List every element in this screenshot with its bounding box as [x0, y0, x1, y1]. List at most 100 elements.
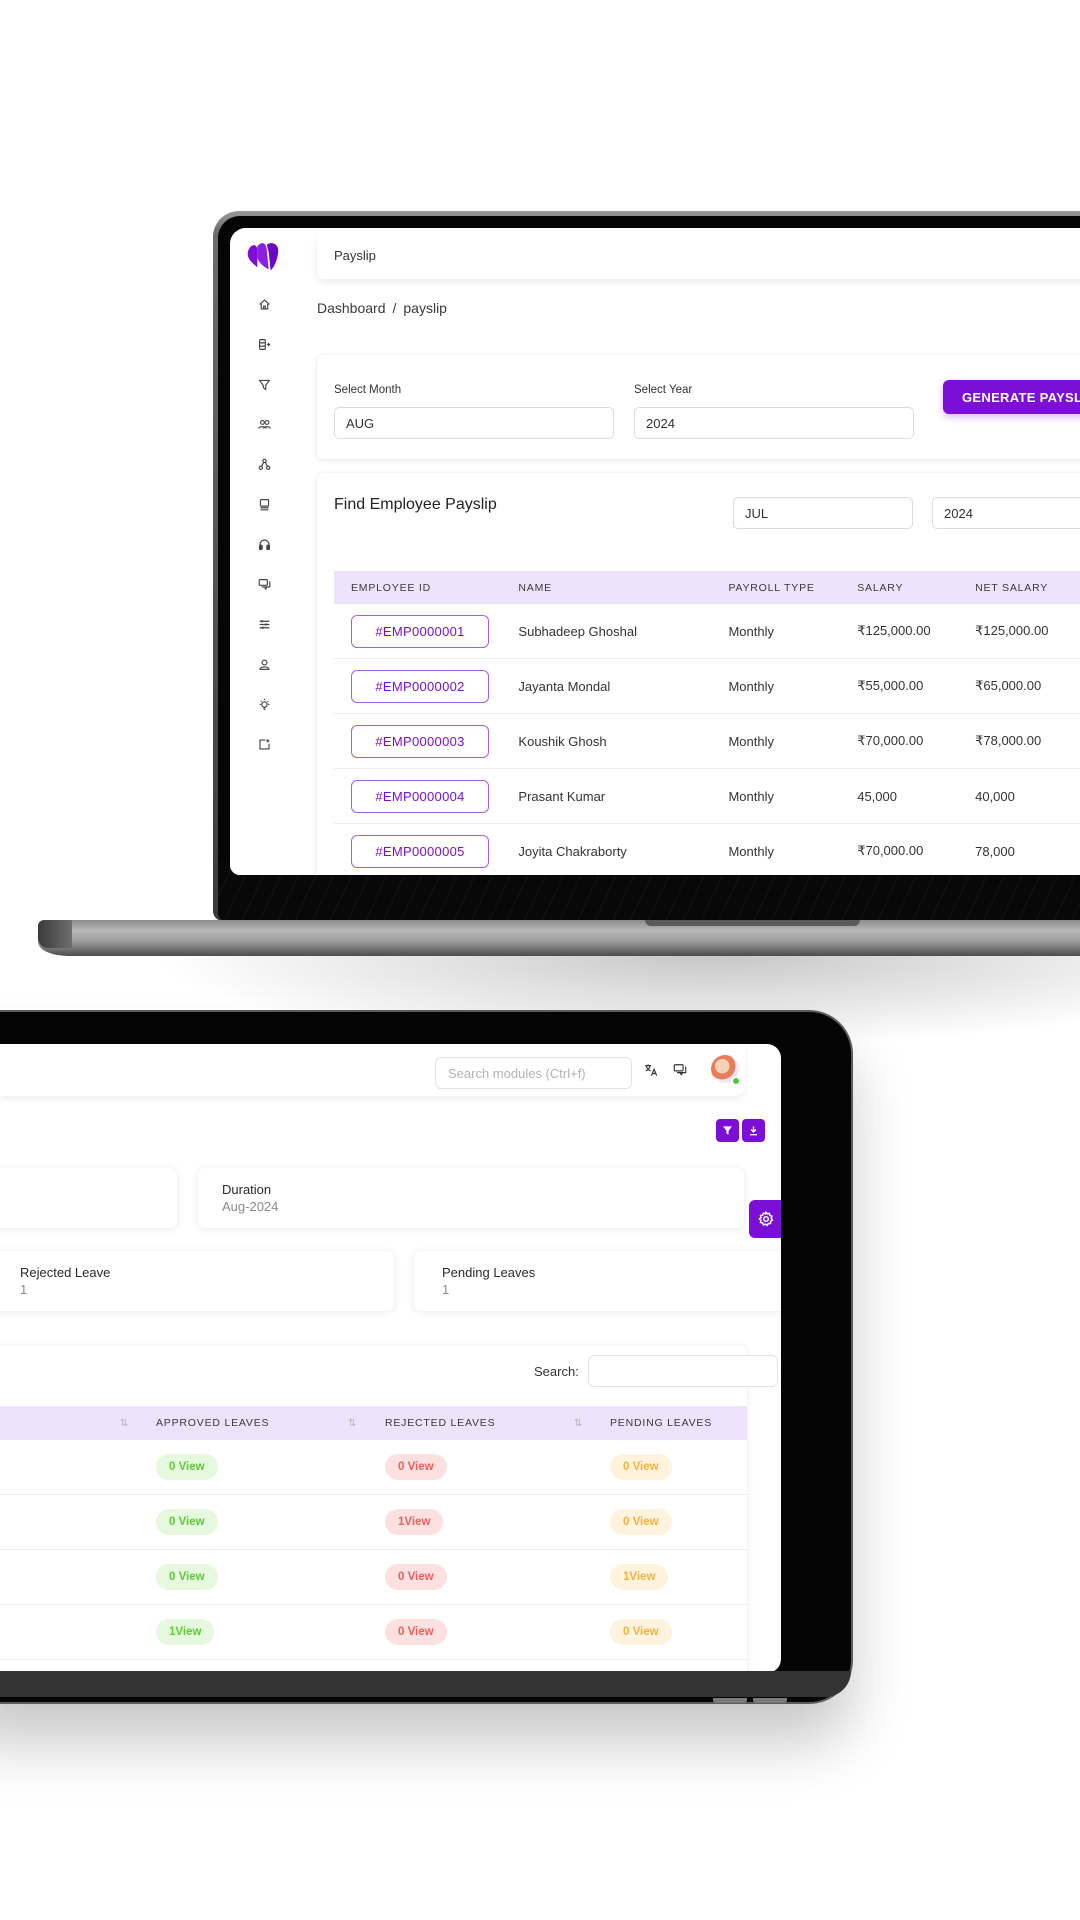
sort-icon[interactable]: ⇅ — [120, 1406, 129, 1440]
approved-leaves-pill[interactable]: 0 View — [156, 1509, 218, 1535]
breadcrumb-current: payslip — [403, 300, 447, 316]
rejected-leaves-pill[interactable]: 0 View — [385, 1454, 447, 1480]
table-row: #EMP0000004 Prasant Kumar Monthly 45,000 40,… — [334, 769, 1080, 824]
external-box-icon — [258, 738, 270, 750]
download-icon — [750, 1126, 757, 1136]
pending-leaves-pill[interactable]: 0 View — [610, 1509, 672, 1535]
generate-payslip-button[interactable]: GENERATE PAYSLIP — [943, 380, 1080, 414]
pending-leaves-pill[interactable]: 0 View — [610, 1619, 672, 1645]
col-rejected-leaves[interactable]: REJECTED LEAVES — [385, 1406, 495, 1440]
table-body: #EMP0000001 Subhadeep Ghoshal Monthly ₹125,… — [334, 604, 1080, 875]
col-pending-leaves[interactable]: PENDING LEAVES — [610, 1406, 712, 1440]
col-employee-id[interactable]: EMPLOYEE ID — [334, 582, 518, 594]
select-month-dropdown[interactable]: AUG — [334, 407, 614, 439]
module-search-input[interactable]: Search modules (Ctrl+f) — [435, 1057, 632, 1089]
sidebar-item-database[interactable] — [230, 324, 298, 364]
pending-leaves-pill[interactable]: 0 View — [610, 1454, 672, 1480]
employee-id-badge[interactable]: #EMP0000001 — [351, 614, 489, 648]
net-salary: ₹125,000.00 — [975, 623, 1049, 638]
headphones-icon — [258, 538, 270, 550]
rejected-leave-card: Rejected Leave 1 — [0, 1251, 394, 1311]
find-month-dropdown[interactable]: JUL — [733, 497, 913, 529]
sidebar-item-support[interactable] — [230, 524, 298, 564]
select-month-label: Select Month — [334, 384, 402, 396]
laptop-hinge-notch — [645, 920, 860, 926]
pending-leaves-value: 1 — [442, 1282, 450, 1297]
net-salary: 40,000 — [975, 788, 1015, 804]
chat-icon[interactable] — [672, 1062, 688, 1078]
find-payslip-card: Find Employee Payslip JUL 2024 EMPLOYEE … — [317, 473, 1080, 875]
table-row: #EMP0000001 Subhadeep Ghoshal Monthly ₹125,… — [334, 604, 1080, 659]
sidebar — [230, 228, 298, 875]
sort-icon[interactable]: ⇅ — [574, 1406, 583, 1440]
sidebar-item-devices[interactable] — [230, 484, 298, 524]
col-approved-leaves[interactable]: APPROVED LEAVES — [156, 1406, 269, 1440]
rejected-leaves-pill[interactable]: 0 View — [385, 1564, 447, 1590]
pending-leaves-pill[interactable]: 1View — [610, 1564, 669, 1590]
sort-icon[interactable]: ⇅ — [348, 1406, 357, 1440]
settings-button[interactable] — [749, 1200, 781, 1238]
employee-id-badge[interactable]: #EMP0000002 — [351, 669, 489, 703]
sidebar-item-home[interactable] — [230, 284, 298, 324]
tablet-header: Search modules (Ctrl+f) — [0, 1044, 745, 1096]
employee-name: Koushik Ghosh — [518, 733, 607, 749]
table-search-input[interactable] — [588, 1355, 778, 1387]
generate-payslip-card: Select Month AUG Select Year 2024 GENERA… — [317, 355, 1080, 459]
sidebar-item-profile[interactable] — [230, 644, 298, 684]
sidebar-item-hierarchy[interactable] — [230, 444, 298, 484]
table-row: 0 View 0 View 0 View — [0, 1440, 747, 1495]
database-add-icon — [258, 338, 270, 350]
filter-button[interactable] — [716, 1119, 739, 1142]
approved-leaves-pill[interactable]: 1View — [156, 1619, 215, 1645]
employee-id-badge[interactable]: #EMP0000005 — [351, 834, 489, 868]
employee-name: Subhadeep Ghoshal — [518, 623, 637, 639]
sidebar-item-users[interactable] — [230, 404, 298, 444]
tablet-hardware-button — [713, 1698, 747, 1703]
download-button[interactable] — [742, 1119, 765, 1142]
tablet-hardware-button — [753, 1698, 787, 1703]
col-net-salary[interactable]: NET SALARY — [975, 582, 1080, 594]
sidebar-item-messages[interactable] — [230, 564, 298, 604]
sidebar-item-ideas[interactable] — [230, 684, 298, 724]
lightbulb-icon — [259, 698, 269, 710]
breadcrumb-dashboard[interactable]: Dashboard — [317, 300, 386, 316]
payroll-type: Monthly — [728, 623, 774, 639]
table-row: 1View 0 View 0 View — [0, 1605, 747, 1660]
select-year-dropdown[interactable]: 2024 — [634, 407, 914, 439]
gear-icon — [758, 1211, 774, 1227]
employee-id-cell: #EMP0000002 — [334, 669, 518, 703]
filter-icon — [723, 1126, 732, 1135]
col-payroll-type[interactable]: PAYROLL TYPE — [728, 582, 857, 594]
sidebar-item-settings[interactable] — [230, 604, 298, 644]
find-year-dropdown[interactable]: 2024 — [932, 497, 1080, 529]
rejected-leave-label: Rejected Leave — [20, 1265, 111, 1280]
table-search-label: Search: — [534, 1364, 579, 1379]
monitor-icon — [259, 498, 269, 510]
sidebar-item-logout[interactable] — [230, 724, 298, 764]
col-name[interactable]: NAME — [518, 582, 728, 594]
table-row: #EMP0000003 Koushik Ghosh Monthly ₹70,000.0… — [334, 714, 1080, 769]
user-icon — [258, 658, 270, 670]
rejected-leaves-pill[interactable]: 1View — [385, 1509, 444, 1535]
employee-id-badge[interactable]: #EMP0000004 — [351, 779, 489, 813]
salary: 45,000 — [857, 788, 897, 804]
employee-name: Jayanta Mondal — [518, 678, 611, 694]
rejected-leaves-pill[interactable]: 0 View — [385, 1619, 447, 1645]
find-payslip-title: Find Employee Payslip — [334, 496, 497, 513]
net-salary: 78,000 — [975, 843, 1015, 859]
approved-leaves-pill[interactable]: 0 View — [156, 1564, 218, 1590]
laptop-screen: Payslip Dashboard / payslip Select Month… — [230, 228, 1080, 875]
tablet-screen: Search modules (Ctrl+f) Duration Aug-202… — [0, 1044, 781, 1673]
summary-card-left — [0, 1168, 177, 1228]
users-icon — [257, 419, 271, 429]
translate-icon[interactable] — [643, 1062, 659, 1078]
laptop-device: Payslip Dashboard / payslip Select Month… — [213, 211, 1080, 921]
hierarchy-icon — [258, 458, 270, 470]
filter-icon — [257, 379, 271, 390]
brand-logo-icon[interactable] — [244, 238, 282, 274]
breadcrumb-separator: / — [392, 300, 397, 316]
col-salary[interactable]: SALARY — [857, 582, 975, 594]
approved-leaves-pill[interactable]: 0 View — [156, 1454, 218, 1480]
sidebar-item-filter[interactable] — [230, 364, 298, 404]
employee-id-badge[interactable]: #EMP0000003 — [351, 724, 489, 758]
